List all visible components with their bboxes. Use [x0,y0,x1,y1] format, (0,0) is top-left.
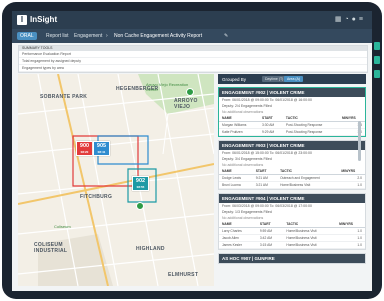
cell-tactic: Home/Business Visit [277,181,339,189]
cell-start: 3:42 AM [256,234,284,242]
cell-tactic: Home/Business Visit [283,241,337,249]
cell-min: 2.0 [338,174,365,182]
unit-time: 08:55 [136,185,145,189]
deputy-table: NAME START TACTIC MIN/YRS Larry Charles 9:59… [219,221,365,249]
app-screen: I InSight ▦◔●≡ ORAL Report list Engageme… [12,11,372,291]
table-row[interactable]: Dodge Lewis 9:21 AM Outreach and Engagemen… [219,174,365,182]
toggle-area[interactable]: Area (A) [284,76,304,82]
breadcrumb-separator: › [106,33,108,39]
unit-id: 902 [135,178,146,184]
engagement-card[interactable]: ENGAGEMENT #903 | VIOLENT CRIME From: 06… [218,140,366,190]
cell-start: 9:29 AM [259,128,283,136]
park-pin-icon [186,88,194,96]
unit-marker-902[interactable]: 902 08:55 [132,176,149,191]
summary-row[interactable]: Performance Evaluation Report [19,51,367,58]
table-row[interactable]: Larry Charles 9:59 AM Home/Business Visit 1… [219,227,365,235]
cell-name: Larry Charles [219,227,257,235]
menu-icon[interactable]: ≡ [359,16,366,23]
cell-start: 9:59 AM [256,227,284,235]
group-by-label: Grouped By [222,77,247,82]
cell-name: Dodge Lewis [219,174,253,182]
app-name: InSight [30,15,58,24]
map-view[interactable]: SOBRANTE PARK HEGENBERGER ARROYO VIEJO F… [18,74,214,286]
unit-marker-900[interactable]: 900 08:20 [76,141,93,156]
cell-start: 3:21 AM [252,181,278,189]
cell-tactic: Outreach and Engagement [277,174,339,182]
cell-name: Bruni Luoma [219,181,253,189]
park-label: Coliseum [54,224,71,229]
engagement-panel: Grouped By Daytime (T) Area (A) ENGAGEME… [218,74,366,286]
side-tab[interactable] [374,56,380,64]
top-icons: ▦◔●≡ [335,15,366,23]
cell-min: 1.0 [338,181,365,189]
unit-id: 905 [96,143,107,149]
engagement-card[interactable]: ENGAGEMENT #904 | VIOLENT CRIME From: 06… [218,193,366,250]
map-label-elmhurst: ELMHURST [168,272,199,278]
top-bar: I InSight ▦◔●≡ [12,11,372,29]
map-label-fitchburg: FITCHBURG [80,194,113,200]
user-icon[interactable]: ● [352,16,359,23]
cell-name: James Kesler [219,241,257,249]
cell-start: 9:21 AM [252,174,278,182]
cell-name: Morgan Williams [219,121,260,129]
summary-row[interactable]: Total engagement by assigned deputy [19,58,367,65]
deputy-table: NAME START TACTIC MIN/YRS Dodge Lewis 9:21 A… [219,168,365,189]
side-tab[interactable] [374,70,380,78]
panel-scrollbar[interactable] [358,121,361,161]
nav-chip[interactable]: ORAL [17,32,37,40]
breadcrumb-bar: ORAL Report list Engagement › Non Cache … [12,29,372,43]
cell-tactic: Home/Business Visit [283,227,337,235]
group-by-bar: Grouped By Daytime (T) Area (A) [218,74,366,84]
edit-icon[interactable]: ✎ [224,33,228,39]
cell-min: 1.5 [338,121,365,129]
cell-min: 1.0 [336,241,365,249]
tablet-frame: I InSight ▦◔●≡ ORAL Report list Engageme… [2,2,382,299]
cell-tactic: Post-Shooting Response [282,121,339,129]
unit-time: 08:20 [80,150,89,154]
cell-min: 1.0 [336,234,365,242]
unit-time: 08:41 [97,150,106,154]
cell-start: 3:15 AM [256,241,284,249]
table-row[interactable]: James Kesler 3:15 AM Home/Business Visit 1.… [219,241,365,249]
table-row[interactable]: Jacob Allen 3:42 AM Home/Business Visit 1.0 [219,234,365,242]
breadcrumb-report-list[interactable]: Report list [46,33,69,39]
logo-icon: I [17,15,27,25]
summary-row[interactable]: Engagement types by area [19,65,367,72]
cell-tactic: Post-Shooting Response [282,128,339,136]
engagement-card[interactable]: AS HOC #907 | GUNFIRE [218,253,366,264]
card-title: AS HOC #907 | GUNFIRE [219,254,365,263]
table-row[interactable]: Morgan Williams 3:30 AM Post-Shooting Resp… [219,121,365,129]
deputy-table: NAME START TACTIC MIN/YRS Morgan Williams 3:… [219,115,365,136]
cell-start: 3:30 AM [259,121,283,129]
unit-id: 900 [79,143,90,149]
grid-icon[interactable]: ▦ [335,16,345,23]
cell-min: 1.0 [336,227,365,235]
toggle-daytime[interactable]: Daytime (T) [262,76,287,82]
engagement-card[interactable]: ENGAGEMENT #902 | VIOLENT CRIME From: 06… [218,87,366,137]
map-label-coliseum: COLISEUM INDUSTRIAL [34,242,68,254]
cell-min: 1.0 [338,128,365,136]
report-title: Non Cache Engagement Activity Report [114,33,203,39]
table-row[interactable]: Bruni Luoma 3:21 AM Home/Business Visit 1.0 [219,181,365,189]
cell-name: Jacob Allen [219,234,257,242]
map-pin-icon[interactable] [136,202,144,210]
map-label-sobrante-park: SOBRANTE PARK [40,94,88,100]
cell-name: Katie Pruitzen [219,128,260,136]
side-tabs [374,42,382,84]
card-title: ENGAGEMENT #903 | VIOLENT CRIME [219,141,365,150]
side-tab[interactable] [374,42,380,50]
breadcrumb-engagement[interactable]: Engagement [74,33,102,39]
bell-icon[interactable]: ◔ [344,16,351,23]
card-title: ENGAGEMENT #904 | VIOLENT CRIME [219,194,365,203]
cell-tactic: Home/Business Visit [283,234,337,242]
map-label-arroyo-viejo: ARROYO VIEJO [174,98,198,110]
card-title: ENGAGEMENT #902 | VIOLENT CRIME [219,88,365,97]
unit-marker-905[interactable]: 905 08:41 [93,141,110,156]
table-row[interactable]: Katie Pruitzen 9:29 AM Post-Shooting Respo… [219,128,365,136]
summary-table: SUMMARY TOOLS Performance Evaluation Rep… [18,45,368,73]
map-label-highland: HIGHLAND [136,246,165,252]
